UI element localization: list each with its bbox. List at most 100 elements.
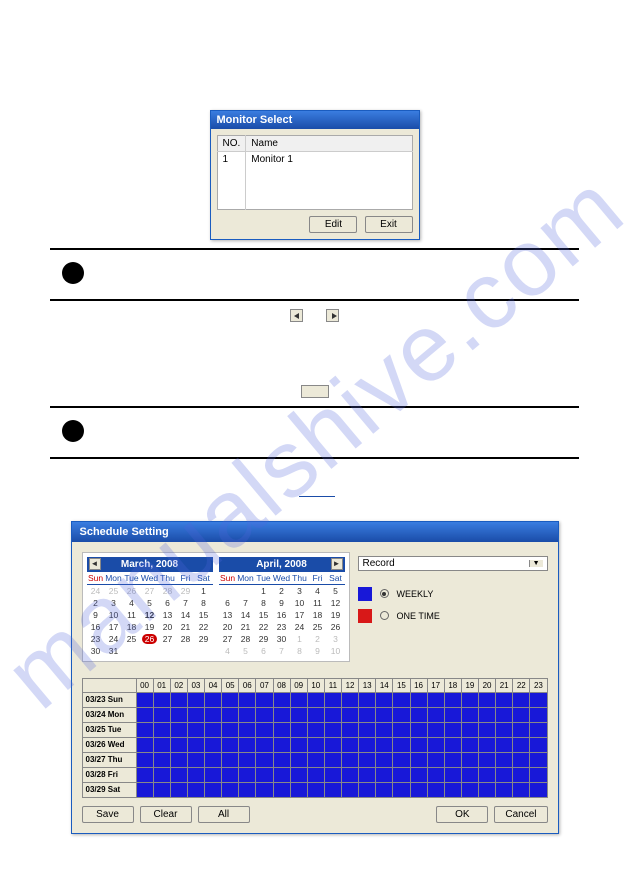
calendar-day[interactable]: 19 xyxy=(141,621,159,633)
schedule-slot[interactable] xyxy=(290,707,307,722)
calendar-day[interactable]: 14 xyxy=(237,609,255,621)
calendar-day[interactable]: 28 xyxy=(237,633,255,645)
calendar-day[interactable]: 25 xyxy=(105,584,123,597)
schedule-slot[interactable] xyxy=(427,737,444,752)
calendar-day[interactable]: 24 xyxy=(291,621,309,633)
schedule-slot[interactable] xyxy=(530,692,547,707)
schedule-slot[interactable] xyxy=(342,707,359,722)
schedule-slot[interactable] xyxy=(342,752,359,767)
calendar-day[interactable] xyxy=(177,645,195,657)
schedule-slot[interactable] xyxy=(359,767,376,782)
schedule-slot[interactable] xyxy=(170,707,187,722)
calendar-day[interactable]: 16 xyxy=(273,609,291,621)
schedule-slot[interactable] xyxy=(222,782,239,797)
schedule-slot[interactable] xyxy=(342,692,359,707)
calendar-day[interactable]: 30 xyxy=(273,633,291,645)
schedule-slot[interactable] xyxy=(496,692,513,707)
clear-button[interactable]: Clear xyxy=(140,806,192,823)
calendar-day[interactable]: 1 xyxy=(195,584,213,597)
exit-button[interactable]: Exit xyxy=(365,216,413,233)
calendar-day[interactable]: 6 xyxy=(159,597,177,609)
schedule-slot[interactable] xyxy=(376,752,393,767)
calendar-day[interactable]: 31 xyxy=(105,645,123,657)
schedule-slot[interactable] xyxy=(256,767,273,782)
calendar-day[interactable]: 27 xyxy=(159,633,177,645)
calendar-day[interactable]: 10 xyxy=(105,609,123,621)
schedule-slot[interactable] xyxy=(427,752,444,767)
schedule-slot[interactable] xyxy=(359,692,376,707)
schedule-slot[interactable] xyxy=(239,692,256,707)
schedule-slot[interactable] xyxy=(205,707,222,722)
schedule-slot[interactable] xyxy=(324,782,341,797)
calendar-day[interactable]: 26 xyxy=(123,584,141,597)
schedule-slot[interactable] xyxy=(239,767,256,782)
calendar-day[interactable]: 8 xyxy=(255,597,273,609)
schedule-slot[interactable] xyxy=(153,782,170,797)
schedule-slot[interactable] xyxy=(170,692,187,707)
calendar-day[interactable]: 3 xyxy=(291,584,309,597)
schedule-slot[interactable] xyxy=(513,737,530,752)
calendar-day[interactable]: 24 xyxy=(87,584,105,597)
edit-button[interactable]: Edit xyxy=(309,216,357,233)
schedule-grid[interactable]: 0001020304050607080910111213141516171819… xyxy=(82,678,548,798)
schedule-slot[interactable] xyxy=(513,752,530,767)
calendar-day[interactable]: 23 xyxy=(273,621,291,633)
schedule-slot[interactable] xyxy=(222,737,239,752)
ok-button[interactable]: OK xyxy=(436,806,488,823)
schedule-slot[interactable] xyxy=(530,767,547,782)
calendar-day[interactable]: 18 xyxy=(309,609,327,621)
schedule-slot[interactable] xyxy=(444,782,461,797)
schedule-slot[interactable] xyxy=(342,782,359,797)
schedule-slot[interactable] xyxy=(187,767,204,782)
schedule-slot[interactable] xyxy=(479,707,496,722)
schedule-slot[interactable] xyxy=(205,752,222,767)
schedule-slot[interactable] xyxy=(479,782,496,797)
schedule-slot[interactable] xyxy=(461,767,478,782)
schedule-slot[interactable] xyxy=(170,737,187,752)
calendar-day[interactable]: 25 xyxy=(123,633,141,645)
schedule-slot[interactable] xyxy=(359,722,376,737)
schedule-slot[interactable] xyxy=(461,692,478,707)
calendar-day[interactable]: 13 xyxy=(159,609,177,621)
schedule-slot[interactable] xyxy=(307,737,324,752)
schedule-slot[interactable] xyxy=(461,737,478,752)
schedule-slot[interactable] xyxy=(461,782,478,797)
schedule-slot[interactable] xyxy=(427,722,444,737)
schedule-slot[interactable] xyxy=(136,692,153,707)
legend-onetime[interactable]: ONE TIME xyxy=(358,609,548,623)
schedule-slot[interactable] xyxy=(290,767,307,782)
schedule-slot[interactable] xyxy=(324,752,341,767)
schedule-slot[interactable] xyxy=(461,752,478,767)
calendar-day[interactable]: 28 xyxy=(177,633,195,645)
calendar-day[interactable]: 2 xyxy=(309,633,327,645)
calendar-day[interactable]: 6 xyxy=(219,597,237,609)
all-button[interactable]: All xyxy=(198,806,250,823)
schedule-slot[interactable] xyxy=(239,707,256,722)
calendar-day[interactable]: 24 xyxy=(105,633,123,645)
schedule-slot[interactable] xyxy=(239,752,256,767)
schedule-slot[interactable] xyxy=(256,782,273,797)
schedule-slot[interactable] xyxy=(324,767,341,782)
calendar-day[interactable]: 19 xyxy=(327,609,345,621)
schedule-slot[interactable] xyxy=(479,752,496,767)
calendar-day[interactable]: 6 xyxy=(255,645,273,657)
schedule-slot[interactable] xyxy=(136,707,153,722)
calendar-day[interactable]: 2 xyxy=(87,597,105,609)
schedule-slot[interactable] xyxy=(513,767,530,782)
schedule-slot[interactable] xyxy=(479,692,496,707)
schedule-slot[interactable] xyxy=(393,767,410,782)
schedule-slot[interactable] xyxy=(205,692,222,707)
schedule-slot[interactable] xyxy=(307,767,324,782)
calendar-day[interactable]: 27 xyxy=(219,633,237,645)
schedule-slot[interactable] xyxy=(513,692,530,707)
calendar-day[interactable]: 4 xyxy=(123,597,141,609)
schedule-slot[interactable] xyxy=(222,692,239,707)
schedule-slot[interactable] xyxy=(290,722,307,737)
schedule-slot[interactable] xyxy=(444,707,461,722)
schedule-slot[interactable] xyxy=(170,767,187,782)
schedule-slot[interactable] xyxy=(444,692,461,707)
schedule-slot[interactable] xyxy=(205,737,222,752)
schedule-slot[interactable] xyxy=(530,782,547,797)
schedule-slot[interactable] xyxy=(222,707,239,722)
calendar-day[interactable]: 21 xyxy=(237,621,255,633)
